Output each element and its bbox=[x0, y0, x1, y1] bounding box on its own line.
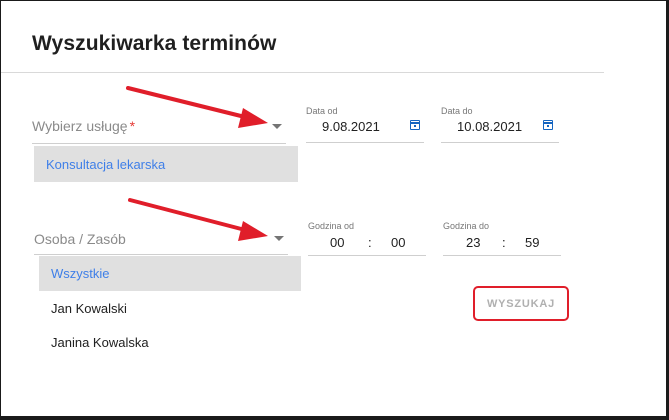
annotation-arrowhead bbox=[238, 108, 268, 128]
annotation-arrow bbox=[128, 198, 251, 233]
annotation-arrow bbox=[126, 86, 251, 120]
annotation-arrowhead bbox=[238, 221, 268, 241]
annotation-arrows bbox=[126, 86, 268, 241]
